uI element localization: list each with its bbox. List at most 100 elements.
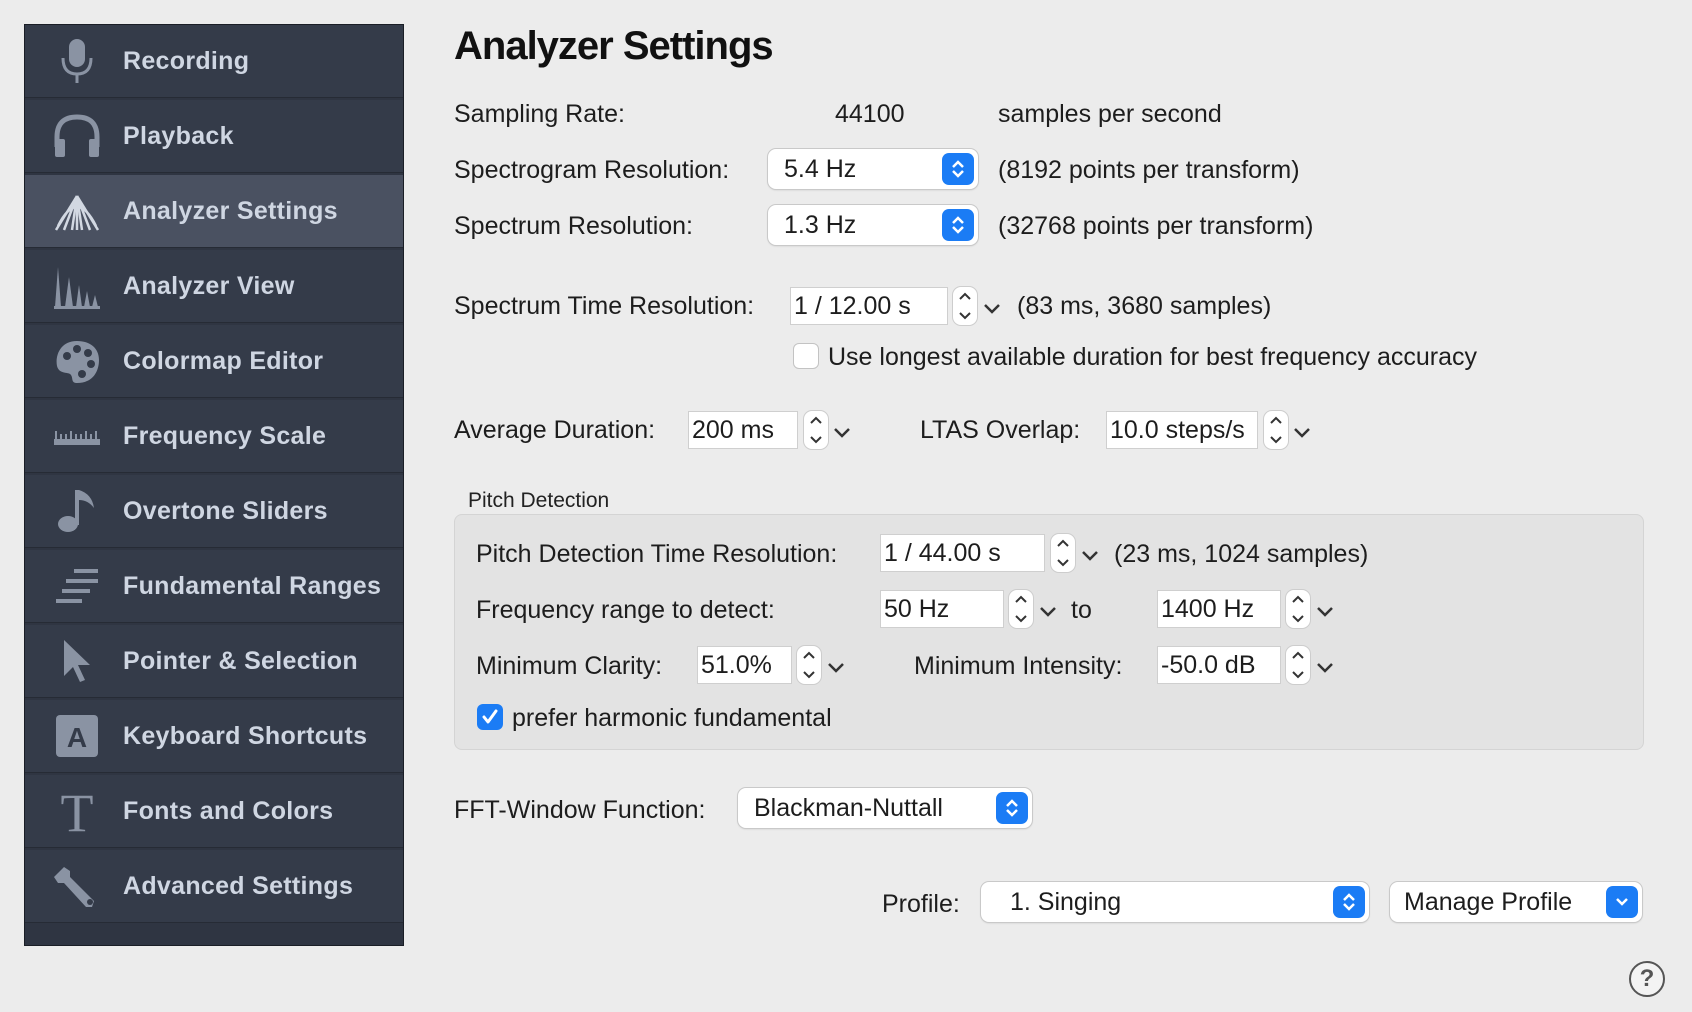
page-title: Analyzer Settings <box>454 24 774 68</box>
wrench-icon <box>45 858 109 914</box>
chevron-down-icon[interactable] <box>825 656 847 678</box>
updown-chevron-icon <box>942 209 974 241</box>
profile-label: Profile: <box>882 890 960 918</box>
spectrum-time-resolution-label: Spectrum Time Resolution: <box>454 292 755 320</box>
minimum-clarity-input[interactable]: 51.0% <box>697 646 792 684</box>
sidebar-item-label: Frequency Scale <box>123 421 327 450</box>
stepper-up-icon <box>1269 412 1283 430</box>
sidebar-item-frequency-scale[interactable]: Frequency Scale <box>25 400 403 473</box>
spectrum-resolution-value: 1.3 Hz <box>784 210 857 239</box>
average-duration-input[interactable]: 200 ms <box>688 411 798 449</box>
minimum-intensity-stepper[interactable] <box>1286 646 1310 684</box>
profile-select[interactable]: 1. Singing <box>981 882 1369 922</box>
spectrum-resolution-info: (32768 points per transform) <box>998 212 1314 240</box>
average-duration-stepper[interactable] <box>804 411 828 449</box>
fft-window-value: Blackman-Nuttall <box>754 793 943 822</box>
frequency-range-to-stepper[interactable] <box>1286 590 1310 628</box>
chevron-down-icon[interactable] <box>1291 421 1313 443</box>
ltas-overlap-stepper[interactable] <box>1264 411 1288 449</box>
ruler-icon <box>45 408 109 464</box>
ltas-overlap-label: LTAS Overlap: <box>920 416 1081 444</box>
stepper-down-icon <box>1291 610 1305 628</box>
minimum-intensity-label: Minimum Intensity: <box>914 652 1123 680</box>
chevron-down-icon[interactable] <box>831 421 853 443</box>
spectrogram-resolution-select[interactable]: 5.4 Hz <box>768 149 978 189</box>
sidebar-item-label: Recording <box>123 46 250 75</box>
spectrum-time-resolution-info: (83 ms, 3680 samples) <box>1017 292 1272 320</box>
frequency-range-to-input[interactable]: 1400 Hz <box>1157 590 1281 628</box>
sidebar-item-keyboard-shortcuts[interactable]: A Keyboard Shortcuts <box>25 700 403 773</box>
stepper-up-icon <box>1056 535 1070 553</box>
frequency-range-to-label: to <box>1071 596 1092 624</box>
longest-duration-checkbox[interactable] <box>793 343 819 369</box>
spectrum-time-resolution-stepper[interactable] <box>953 287 977 325</box>
sidebar-item-label: Analyzer View <box>123 271 295 300</box>
sidebar-item-recording[interactable]: Recording <box>25 25 403 98</box>
pitch-time-resolution-input[interactable]: 1 / 44.00 s <box>880 534 1045 572</box>
sidebar-item-playback[interactable]: Playback <box>25 100 403 173</box>
stepper-up-icon <box>1291 591 1305 609</box>
updown-chevron-icon <box>1333 886 1365 918</box>
checkmark-icon <box>482 709 498 724</box>
manage-profile-button[interactable]: Manage Profile <box>1390 882 1642 922</box>
pitch-time-resolution-label: Pitch Detection Time Resolution: <box>476 540 838 568</box>
fft-window-label: FFT-Window Function: <box>454 796 706 824</box>
frequency-range-from-input[interactable]: 50 Hz <box>880 590 1004 628</box>
pitch-detection-heading: Pitch Detection <box>468 489 610 512</box>
spectrum-peaks-icon <box>45 258 109 314</box>
ltas-overlap-input[interactable]: 10.0 steps/s <box>1106 411 1258 449</box>
chevron-down-icon[interactable] <box>1037 600 1059 622</box>
font-t-icon: T <box>45 783 109 839</box>
chevron-down-icon[interactable] <box>1079 544 1101 566</box>
sidebar-item-colormap-editor[interactable]: Colormap Editor <box>25 325 403 398</box>
profile-value: 1. Singing <box>1010 887 1122 916</box>
analyzer-fan-icon <box>45 183 109 239</box>
spectrum-time-resolution-input[interactable]: 1 / 12.00 s <box>790 287 948 325</box>
sidebar-item-analyzer-settings[interactable]: Analyzer Settings <box>25 175 403 248</box>
minimum-clarity-stepper[interactable] <box>797 646 821 684</box>
sidebar-item-label: Pointer & Selection <box>123 646 358 675</box>
stepper-up-icon <box>1014 591 1028 609</box>
minimum-clarity-label: Minimum Clarity: <box>476 652 663 680</box>
palette-icon <box>45 333 109 389</box>
sidebar-item-label: Analyzer Settings <box>123 196 338 225</box>
sidebar-item-overtone-sliders[interactable]: Overtone Sliders <box>25 475 403 548</box>
manage-profile-label: Manage Profile <box>1404 887 1573 916</box>
sampling-rate-label: Sampling Rate: <box>454 100 625 128</box>
sidebar-item-label: Overtone Sliders <box>123 496 328 525</box>
pitch-time-resolution-stepper[interactable] <box>1051 534 1075 572</box>
minimum-intensity-input[interactable]: -50.0 dB <box>1157 646 1281 684</box>
chevron-down-icon[interactable] <box>1314 656 1336 678</box>
svg-text:A: A <box>67 722 87 753</box>
chevron-down-icon[interactable] <box>981 297 1003 319</box>
fft-window-select[interactable]: Blackman-Nuttall <box>738 788 1032 828</box>
sidebar-item-pointer-selection[interactable]: Pointer & Selection <box>25 625 403 698</box>
chevron-down-icon <box>1606 886 1638 918</box>
pointer-arrow-icon <box>45 633 109 689</box>
stepper-down-icon <box>1269 431 1283 449</box>
prefer-harmonic-label: prefer harmonic fundamental <box>512 704 832 732</box>
sidebar-item-advanced-settings[interactable]: Advanced Settings <box>25 850 403 923</box>
sidebar-item-fundamental-ranges[interactable]: Fundamental Ranges <box>25 550 403 623</box>
stepper-down-icon <box>1056 554 1070 572</box>
stepper-down-icon <box>802 666 816 684</box>
sidebar-item-analyzer-view[interactable]: Analyzer View <box>25 250 403 323</box>
spectrogram-resolution-label: Spectrogram Resolution: <box>454 156 730 184</box>
chevron-down-icon[interactable] <box>1314 600 1336 622</box>
svg-text:T: T <box>61 786 94 836</box>
sidebar-item-fonts-and-colors[interactable]: T Fonts and Colors <box>25 775 403 848</box>
spectrum-resolution-select[interactable]: 1.3 Hz <box>768 205 978 245</box>
headphones-icon <box>45 108 109 164</box>
updown-chevron-icon <box>942 153 974 185</box>
help-button[interactable]: ? <box>1629 961 1665 997</box>
stepper-up-icon <box>809 412 823 430</box>
ranges-lines-icon <box>45 558 109 614</box>
sidebar-item-label: Fundamental Ranges <box>123 571 382 600</box>
sidebar: Recording Playback Analyzer Settings Ana… <box>24 24 404 946</box>
prefer-harmonic-checkbox[interactable] <box>477 704 503 730</box>
keyboard-key-icon: A <box>45 708 109 764</box>
stepper-down-icon <box>809 431 823 449</box>
sidebar-item-label: Keyboard Shortcuts <box>123 721 368 750</box>
sampling-rate-unit: samples per second <box>998 100 1222 128</box>
frequency-range-from-stepper[interactable] <box>1009 590 1033 628</box>
